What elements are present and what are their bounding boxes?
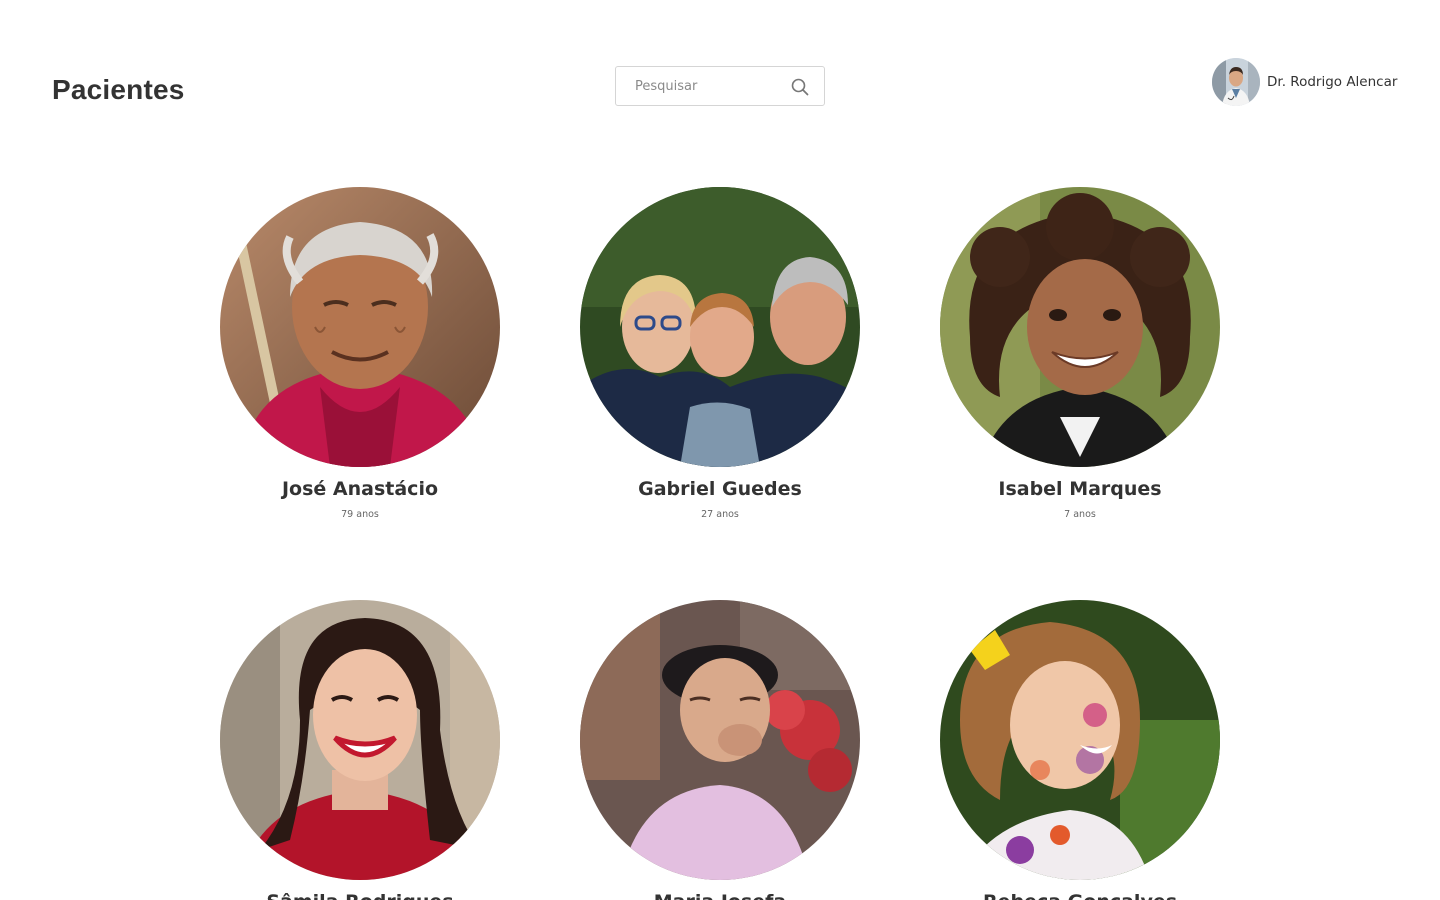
doctor-avatar-image xyxy=(1212,58,1260,106)
search-input[interactable] xyxy=(616,67,786,105)
patient-name: Rebeca Gonçalves xyxy=(940,890,1220,900)
smiling-woman-photo xyxy=(220,600,500,880)
patient-card[interactable]: Sâmila Rodrigues xyxy=(220,600,500,900)
patient-card[interactable]: José Anastácio 79 anos xyxy=(220,187,500,520)
patient-photo[interactable] xyxy=(580,187,860,467)
patient-photo[interactable] xyxy=(220,600,500,880)
patient-photo[interactable] xyxy=(940,187,1220,467)
page-title: Pacientes xyxy=(52,74,185,105)
patient-card[interactable]: Rebeca Gonçalves xyxy=(940,600,1220,900)
patient-name: José Anastácio xyxy=(281,478,439,500)
patient-name: Isabel Marques xyxy=(998,478,1162,500)
avatar[interactable] xyxy=(1212,58,1260,106)
patient-age: 27 anos xyxy=(701,509,739,520)
girl-curly-hair-photo xyxy=(940,187,1220,467)
patient-name: Gabriel Guedes xyxy=(638,478,802,500)
patient-photo[interactable] xyxy=(580,600,860,880)
family-photo xyxy=(580,187,860,467)
search-box[interactable] xyxy=(615,66,825,106)
elderly-woman-laughing-photo xyxy=(580,600,860,880)
patient-photo[interactable] xyxy=(220,187,500,467)
patient-card[interactable]: Isabel Marques 7 anos xyxy=(940,187,1220,520)
patient-card[interactable]: Maria Josefa xyxy=(580,600,860,900)
girl-painted-face-photo xyxy=(940,600,1220,880)
patient-photo[interactable] xyxy=(940,600,1220,880)
user-name: Dr. Rodrigo Alencar xyxy=(1267,74,1398,90)
elderly-man-photo xyxy=(220,187,500,467)
patient-age: 79 anos xyxy=(341,509,379,520)
user-profile[interactable]: Dr. Rodrigo Alencar xyxy=(1212,58,1397,106)
patient-name: Sâmila Rodrigues xyxy=(220,890,500,900)
patient-name: Maria Josefa xyxy=(580,890,860,900)
patient-age: 7 anos xyxy=(1064,509,1096,520)
patients-page: Pacientes Dr. Rodrigo Alencar xyxy=(0,0,1440,900)
search-icon[interactable] xyxy=(790,77,810,97)
patient-card[interactable]: Gabriel Guedes 27 anos xyxy=(580,187,860,520)
